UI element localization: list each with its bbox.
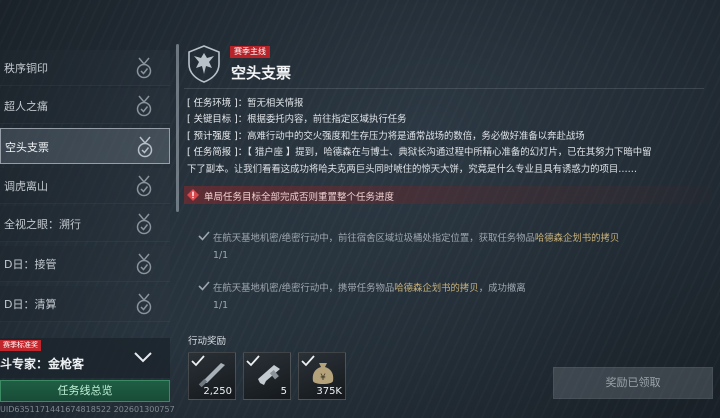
warning-text: 单局任务目标全部完成否则重置整个任务进度 <box>204 192 395 203</box>
env-value: 暂无相关情报 <box>247 98 304 109</box>
env-key: [ 任务环境 ]： <box>187 98 248 109</box>
medal-check-icon <box>136 213 152 235</box>
mission-item-d-day-reckoning[interactable]: D日：清算 <box>0 286 170 322</box>
mission-item-superman-pain[interactable]: 超人之痛 <box>0 88 170 124</box>
mission-item-lure-tiger[interactable]: 调虎离山 <box>0 168 170 204</box>
brief-line: [ 任务简报 ]：【 猎户座 】提到，哈德森在与博士、典狱长沟通过程中所精心准备… <box>187 145 712 161</box>
reward-quantity: 2,250 <box>203 386 232 397</box>
specialist-name: 斗专家：金枪客 <box>0 357 85 371</box>
mission-item-d-day-takeover[interactable]: D日：接管 <box>0 246 170 282</box>
target-line: [ 关键目标 ]：根据委托内容，前往指定区域执行任务 <box>187 112 712 128</box>
objective-progress: 1/1 <box>213 250 229 261</box>
objective-pre: 在航天基地机密/绝密行动中，前往宿舍区域垃圾桶处指定位置，获取任务物品 <box>213 233 535 244</box>
divider <box>184 88 704 89</box>
specialist-tag: 赛季标准奖 <box>0 340 41 351</box>
intensity-key: [ 预计强度 ]： <box>187 130 248 142</box>
objective-progress: 1/1 <box>213 300 229 311</box>
medal-check-icon <box>136 175 152 197</box>
objective-item: 哈德森企划书的拷贝 <box>394 283 479 294</box>
check-icon <box>198 281 210 291</box>
mission-title: 空头支票 <box>231 64 292 82</box>
objective-post: ，成功撤离 <box>478 283 526 294</box>
mission-list-scrollbar[interactable] <box>176 44 179 212</box>
medal-check-icon <box>136 253 152 275</box>
chevron-down-icon[interactable] <box>132 346 154 368</box>
objective-text: 在航天基地机密/绝密行动中，前往宿舍区域垃圾桶处指定位置，获取任务物品哈德森企划… <box>213 230 619 244</box>
warning-banner: 单局任务目标全部完成否则重置整个任务进度 <box>184 186 712 204</box>
mission-item-label: 调虎离山 <box>4 180 48 193</box>
reward-quantity: 5 <box>280 386 287 397</box>
objective-text: 在航天基地机密/绝密行动中，携带任务物品哈德森企划书的拷贝，成功撤离 <box>213 280 526 294</box>
brief-line-2: 下了副本。让我们看看这成功将哈夫克两巨头同时唬住的惊天大饼，究竟是什么专业且具有… <box>187 163 638 175</box>
reward-item[interactable]: 2,250 <box>188 352 236 400</box>
mission-item-label: 超人之痛 <box>4 100 48 113</box>
intensity-value: 高难行动中的交火强度和生存压力将是通常战场的数倍，务必做好准备以奔赴战场 <box>247 130 585 142</box>
intensity-line: [ 预计强度 ]：高难行动中的交火强度和生存压力将是通常战场的数倍，务必做好准备… <box>187 129 712 145</box>
svg-text:¥: ¥ <box>320 373 326 383</box>
check-icon <box>198 231 210 241</box>
mission-overview-button[interactable]: 任务线总览 <box>0 380 170 402</box>
reward-quantity: 375K <box>316 386 342 397</box>
eagle-emblem-icon <box>188 45 220 83</box>
mission-item-all-seeing-eye[interactable]: 全视之眼：溯行 <box>0 206 170 242</box>
pistol-weapon-icon <box>258 365 280 385</box>
mission-info: [ 任务环境 ]：暂无相关情报 [ 关键目标 ]：根据委托内容，前往指定区域执行… <box>187 96 712 178</box>
uid-text: UID6351171441674818522 202601300757 <box>0 405 175 414</box>
money-bag-icon: ¥ <box>312 363 334 384</box>
mission-item-label: 秩序铜印 <box>4 62 48 75</box>
brief-key: [ 任务简报 ]： <box>187 147 248 159</box>
rewards-label: 行动奖励 <box>188 336 227 347</box>
target-key: [ 关键目标 ]： <box>187 114 248 126</box>
mission-item-label: 空头支票 <box>5 141 49 154</box>
objective-pre: 在航天基地机密/绝密行动中，携带任务物品 <box>213 283 395 294</box>
mission-item-bad-check[interactable]: 空头支票 <box>0 128 170 164</box>
medal-check-icon <box>136 293 152 315</box>
target-value: 根据委托内容，前往指定区域执行任务 <box>247 114 407 126</box>
mission-item-label: 全视之眼：溯行 <box>4 218 81 231</box>
medal-check-icon <box>137 136 153 158</box>
mission-item-order-seal[interactable]: 秩序铜印 <box>0 50 170 86</box>
reward-item[interactable]: ¥ 375K <box>298 352 346 400</box>
mission-item-label: D日：清算 <box>4 298 57 311</box>
season-main-tag: 赛季主线 <box>230 46 270 58</box>
mission-list: 秩序铜印 超人之痛 空头支票 调虎离山 全视之眼：溯行 D日：接管 D日：清算 <box>0 40 172 336</box>
knife-weapon-icon <box>198 363 225 387</box>
warning-diamond-icon <box>187 189 199 201</box>
reward-claimed-button[interactable]: 奖励已领取 <box>553 367 713 399</box>
medal-check-icon <box>136 95 152 117</box>
specialist-reward-box[interactable]: 赛季标准奖 斗专家：金枪客 <box>0 338 170 378</box>
mission-item-label: D日：接管 <box>4 258 57 271</box>
reward-item[interactable]: 5 <box>243 352 291 400</box>
brief-value-1: 【 猎户座 】提到，哈德森在与博士、典狱长沟通过程中所精心准备的幻灯片，已在其努… <box>247 147 652 159</box>
objective-item: 哈德森企划书的拷贝 <box>534 233 620 244</box>
env-line: [ 任务环境 ]：暂无相关情报 <box>187 96 712 112</box>
medal-check-icon <box>136 57 152 79</box>
